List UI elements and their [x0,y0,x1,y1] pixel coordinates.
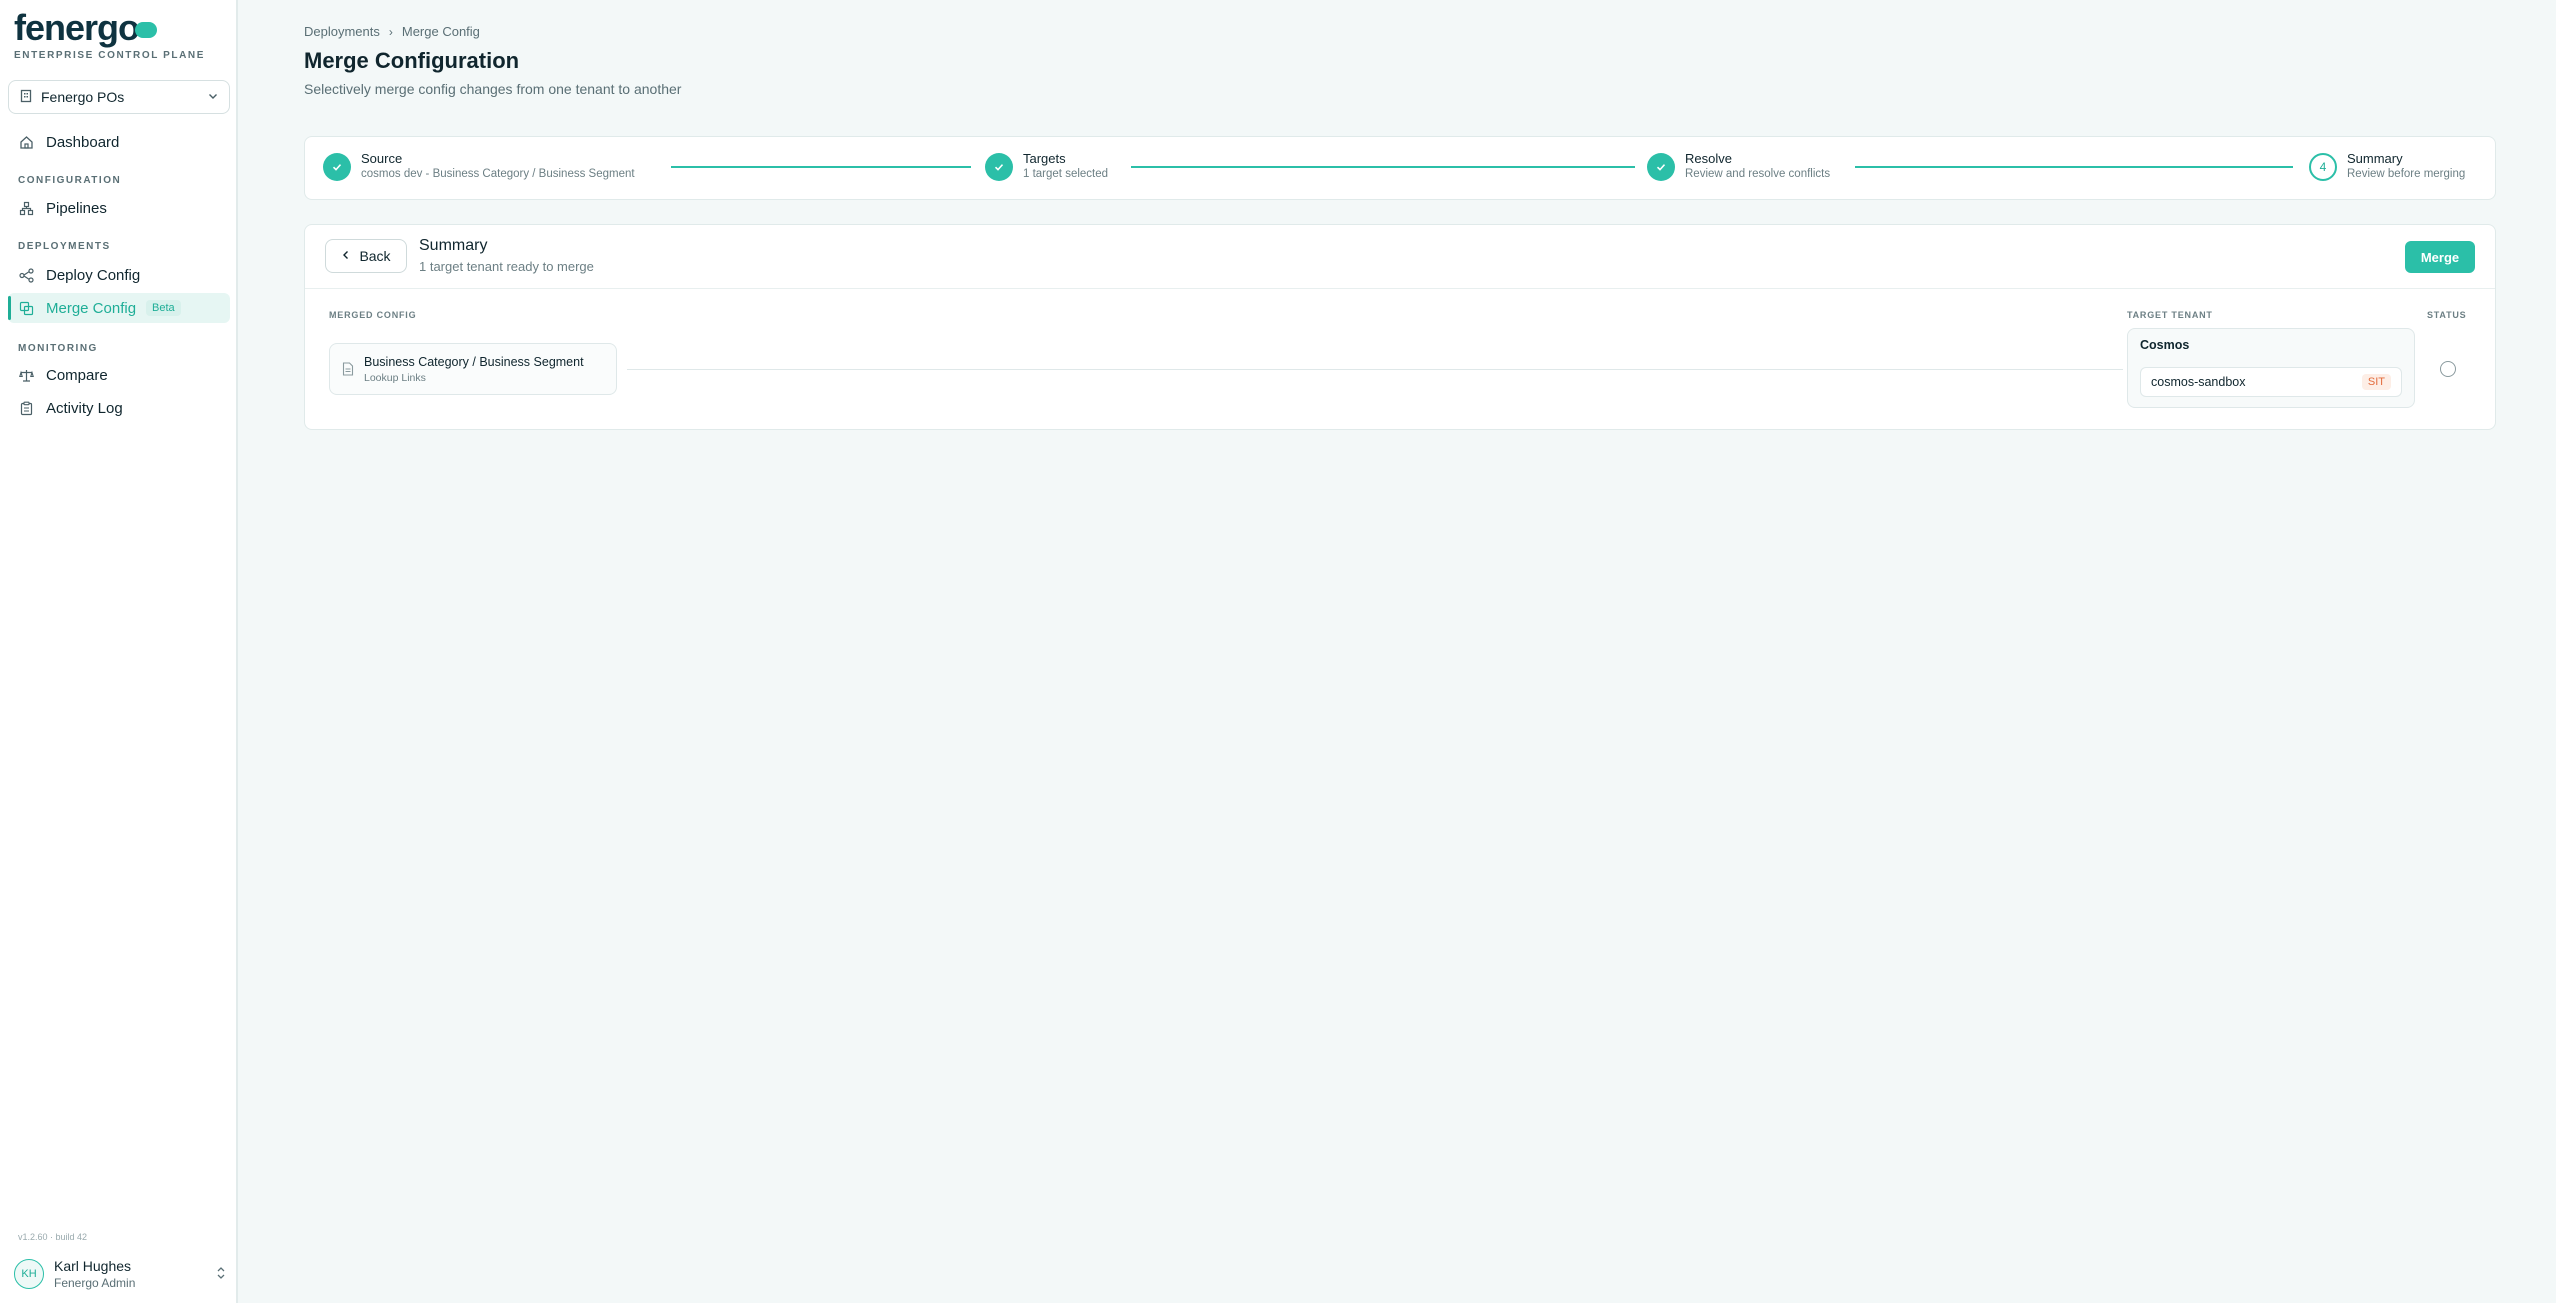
back-button-label: Back [359,248,391,264]
step-connector [1131,166,1635,168]
step-desc: Review and resolve conflicts [1685,168,1831,180]
logo-subtitle: ENTERPRISE CONTROL PLANE [14,50,206,61]
step-desc: Review before merging [2347,168,2466,180]
page-title: Merge Configuration [304,48,520,73]
page-subtitle: Selectively merge config changes from on… [304,81,682,97]
back-button[interactable]: Back [325,239,407,273]
org-select-label: Fenergo POs [41,89,125,105]
target-tenant-box: Cosmos cosmos-sandbox SIT [2127,328,2415,408]
breadcrumb-item-merge-config: Merge Config [401,24,480,39]
status-pending-icon [2440,361,2456,377]
avatar: KH [14,1259,44,1289]
breadcrumb: Deployments › Merge Config [304,24,480,39]
pipeline-icon [18,200,34,216]
sidebar-item-merge-config[interactable]: Merge Config Beta [8,293,230,323]
chevron-right-icon: › [388,24,393,39]
step-desc: 1 target selected [1023,168,1109,180]
user-role: Fenergo Admin [54,1276,136,1290]
sidebar-item-label: Dashboard [46,133,120,151]
breadcrumb-item-deployments[interactable]: Deployments [304,24,380,39]
summary-title: Summary [419,237,488,254]
step-connector [671,166,971,168]
step-title: Source [361,151,403,166]
step-title: Targets [1023,151,1066,166]
chevron-left-icon [341,249,351,263]
logo-toggle-icon [135,22,158,38]
chevron-down-icon [207,89,219,105]
share-nodes-icon [18,267,34,283]
logo[interactable]: fenergo ENTERPRISE CONTROL PLANE [14,7,206,62]
step-source[interactable]: Source cosmos dev - Business Category / … [323,151,635,181]
sidebar-item-label: Activity Log [46,399,123,417]
step-number: 4 [2309,153,2337,181]
summary-card-header: Back Summary 1 target tenant ready to me… [305,225,2495,289]
step-targets[interactable]: Targets 1 target selected [985,151,1109,181]
check-icon [323,153,351,181]
environment-name: cosmos-sandbox [2151,375,2246,389]
check-icon [985,153,1013,181]
tenant-environment[interactable]: cosmos-sandbox SIT [2140,367,2402,397]
step-connector [1855,166,2293,168]
user-name: Karl Hughes [54,1258,132,1274]
version-info: v1.2.60 · build 42 [18,1232,88,1242]
org-select[interactable]: Fenergo POs [8,80,230,114]
home-icon [18,134,34,150]
config-tenant-connector [627,369,2123,370]
clipboard-icon [18,400,34,416]
merge-icon [18,300,34,316]
section-label-monitoring: MONITORING [18,343,98,354]
document-icon [342,362,354,376]
column-header-merged-config: MERGED CONFIG [329,310,417,320]
merge-button[interactable]: Merge [2405,241,2475,273]
merged-config-item[interactable]: Business Category / Business Segment Loo… [329,343,617,395]
sidebar-item-deploy-config[interactable]: Deploy Config [8,260,230,290]
building-icon [19,89,33,106]
step-summary[interactable]: 4 Summary Review before merging [2309,151,2466,181]
sidebar-item-compare[interactable]: Compare [8,360,230,390]
check-icon [1647,153,1675,181]
step-title: Resolve [1685,151,1732,166]
merged-config-subtitle: Lookup Links [364,371,426,384]
step-title: Summary [2347,151,2403,166]
chevron-up-down-icon [216,1266,226,1283]
sidebar-item-label: Deploy Config [46,266,141,284]
beta-badge: Beta [146,300,181,316]
sidebar-item-label: Pipelines [46,199,107,217]
user-menu[interactable]: KH Karl Hughes Fenergo Admin [14,1256,226,1292]
step-resolve[interactable]: Resolve Review and resolve conflicts [1647,151,1831,181]
sidebar-item-dashboard[interactable]: Dashboard [8,127,230,157]
summary-card: Back Summary 1 target tenant ready to me… [304,224,2496,430]
section-label-configuration: CONFIGURATION [18,175,122,186]
summary-subtitle: 1 target tenant ready to merge [419,259,594,274]
sidebar: fenergo ENTERPRISE CONTROL PLANE Fenergo… [0,0,238,1303]
merged-config-title: Business Category / Business Segment [364,354,584,369]
step-desc: cosmos dev - Business Category / Busines… [361,168,635,180]
sidebar-item-activity-log[interactable]: Activity Log [8,393,230,423]
scale-icon [18,367,34,383]
stepper: Source cosmos dev - Business Category / … [304,136,2496,200]
sidebar-item-label: Merge Config [46,299,137,317]
column-header-status: STATUS [2427,310,2467,320]
section-label-deployments: DEPLOYMENTS [18,241,111,252]
sidebar-item-pipelines[interactable]: Pipelines [8,193,230,223]
environment-badge: SIT [2361,374,2391,390]
logo-text: fenergo [14,7,140,48]
column-header-target-tenant: TARGET TENANT [2127,310,2213,320]
tenant-name: Cosmos [2140,338,2190,352]
sidebar-item-label: Compare [46,366,108,384]
